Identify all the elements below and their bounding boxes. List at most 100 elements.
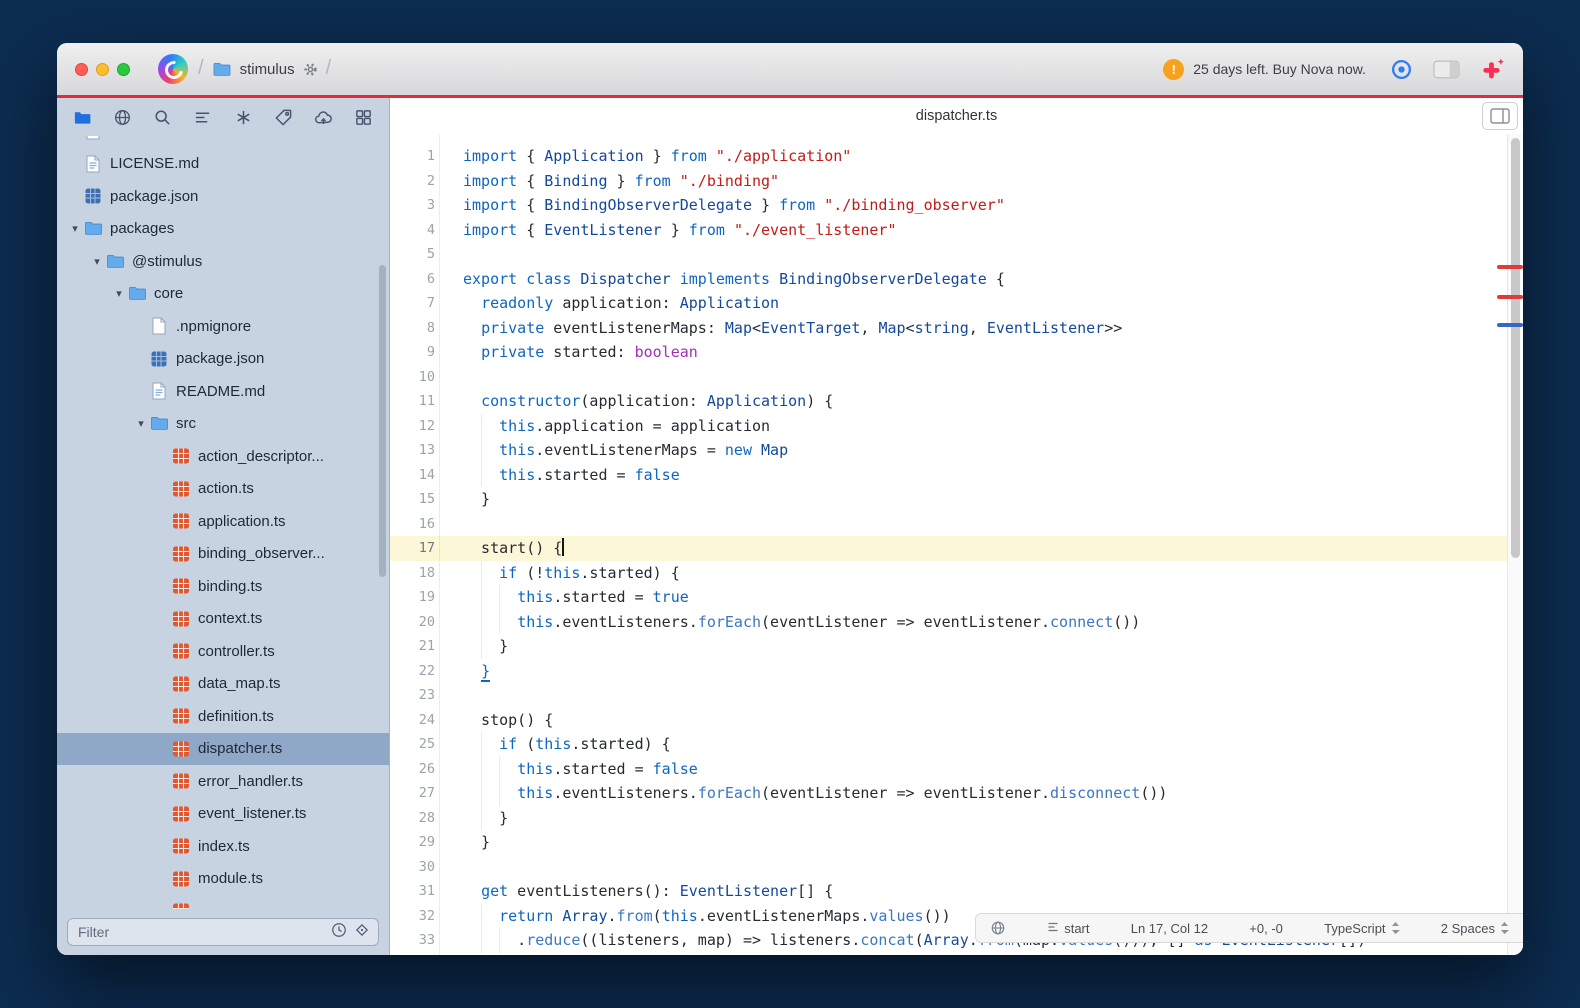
code-line-4[interactable]: 4import { EventListener } from "./event_… — [390, 218, 1507, 243]
code-line-3[interactable]: 3import { BindingObserverDelegate } from… — [390, 193, 1507, 218]
zoom-button[interactable] — [117, 63, 130, 76]
tree-item-clipped[interactable] — [57, 895, 389, 909]
filter-input[interactable] — [76, 923, 324, 941]
code-line-24[interactable]: 24 stop() { — [390, 708, 1507, 733]
code-line-22[interactable]: 22 } — [390, 659, 1507, 684]
tree-item-data-map-ts[interactable]: data_map.ts — [57, 668, 389, 701]
tree-item-license-md[interactable]: LICENSE.md — [57, 148, 389, 181]
tree-item-packages[interactable]: ▾packages — [57, 213, 389, 246]
code-line-30[interactable]: 30 — [390, 855, 1507, 880]
tree-item-readme-md[interactable]: README.md — [57, 375, 389, 408]
sidebar: LICENSE.mdpackage.json▾packages▾@stimulu… — [57, 98, 390, 955]
gear-icon[interactable] — [303, 62, 318, 77]
code-line-29[interactable]: 29 } — [390, 830, 1507, 855]
code-line-13[interactable]: 13 this.eventListenerMaps = new Map — [390, 438, 1507, 463]
code-area[interactable]: 1import { Application } from "./applicat… — [390, 134, 1507, 955]
symbol-breadcrumb[interactable]: start — [1047, 921, 1089, 936]
disclosure-triangle[interactable]: ▾ — [111, 287, 127, 300]
indent-guide — [481, 757, 482, 782]
code-line-19[interactable]: 19 this.started = true — [390, 585, 1507, 610]
cursor-position[interactable]: Ln 17, Col 12 — [1131, 921, 1208, 936]
line-number: 19 — [390, 585, 435, 610]
filter-field[interactable] — [67, 918, 379, 946]
code-line-14[interactable]: 14 this.started = false — [390, 463, 1507, 488]
preview-eye-icon[interactable] — [1390, 58, 1413, 81]
editor-scrollbar[interactable] — [1507, 134, 1523, 955]
code-line-16[interactable]: 16 — [390, 512, 1507, 537]
trial-notice[interactable]: ! 25 days left. Buy Nova now. — [1163, 59, 1366, 80]
folder-icon[interactable] — [212, 61, 232, 78]
minimize-button[interactable] — [96, 63, 109, 76]
tree-item-module-ts[interactable]: module.ts — [57, 863, 389, 896]
code-line-23[interactable]: 23 — [390, 683, 1507, 708]
tree-item-application-ts[interactable]: application.ts — [57, 505, 389, 538]
publish-icon[interactable] — [314, 108, 333, 127]
code-line-7[interactable]: 7 readonly application: Application — [390, 291, 1507, 316]
diff-stats[interactable]: +0, -0 — [1249, 921, 1283, 936]
extensions-icon[interactable] — [354, 108, 373, 127]
tree-item-action-ts[interactable]: action.ts — [57, 473, 389, 506]
tree-item-package-json[interactable]: package.json — [57, 180, 389, 213]
find-icon[interactable] — [153, 108, 172, 127]
code-line-11[interactable]: 11 constructor(application: Application)… — [390, 389, 1507, 414]
remote-icon[interactable] — [113, 108, 132, 127]
code-line-26[interactable]: 26 this.started = false — [390, 757, 1507, 782]
code-line-1[interactable]: 1import { Application } from "./applicat… — [390, 144, 1507, 169]
code-line-2[interactable]: 2import { Binding } from "./binding" — [390, 169, 1507, 194]
tree-item-package-json[interactable]: package.json — [57, 343, 389, 376]
code-line-17[interactable]: 17 start() { — [390, 536, 1507, 561]
tree-item--npmignore[interactable]: .npmignore — [57, 310, 389, 343]
add-sparkle-icon[interactable] — [1480, 57, 1505, 82]
editor-scrollbar-thumb[interactable] — [1511, 138, 1520, 558]
code-line-28[interactable]: 28 } — [390, 806, 1507, 831]
code-line-8[interactable]: 8 private eventListenerMaps: Map<EventTa… — [390, 316, 1507, 341]
tree-item-controller-ts[interactable]: controller.ts — [57, 635, 389, 668]
files-icon[interactable] — [73, 108, 92, 127]
tree-item-error-handler-ts[interactable]: error_handler.ts — [57, 765, 389, 798]
titlebar[interactable]: / stimulus / ! 25 days left. Buy Nova no… — [57, 43, 1523, 95]
line-number: 4 — [390, 218, 435, 243]
editor-panel-toggle[interactable] — [1482, 102, 1518, 130]
code-line-25[interactable]: 25 if (this.started) { — [390, 732, 1507, 757]
ts-file-icon — [171, 512, 191, 530]
code-line-10[interactable]: 10 — [390, 365, 1507, 390]
close-button[interactable] — [75, 63, 88, 76]
tree-item-event-listener-ts[interactable]: event_listener.ts — [57, 798, 389, 831]
tag-filter-icon[interactable] — [354, 922, 370, 943]
code-line-27[interactable]: 27 this.eventListeners.forEach(eventList… — [390, 781, 1507, 806]
tree-item-index-ts[interactable]: index.ts — [57, 830, 389, 863]
code-text: this.application = application — [435, 414, 770, 439]
tree-item-clipped[interactable] — [57, 136, 389, 148]
language-select[interactable]: TypeScript — [1324, 921, 1399, 936]
code-line-20[interactable]: 20 this.eventListeners.forEach(eventList… — [390, 610, 1507, 635]
project-name[interactable]: stimulus — [240, 61, 295, 78]
code-line-15[interactable]: 15 } — [390, 487, 1507, 512]
code-line-12[interactable]: 12 this.application = application — [390, 414, 1507, 439]
code-line-9[interactable]: 9 private started: boolean — [390, 340, 1507, 365]
disclosure-triangle[interactable]: ▾ — [89, 255, 105, 268]
panel-layout-icon[interactable] — [1433, 59, 1460, 80]
tags-icon[interactable] — [274, 108, 293, 127]
tree-item-action-descriptor-[interactable]: action_descriptor... — [57, 440, 389, 473]
tree-item-binding-observer-[interactable]: binding_observer... — [57, 538, 389, 571]
code-line-6[interactable]: 6export class Dispatcher implements Bind… — [390, 267, 1507, 292]
issues-icon[interactable] — [234, 108, 253, 127]
tree-item-definition-ts[interactable]: definition.ts — [57, 700, 389, 733]
tree-item-dispatcher-ts[interactable]: dispatcher.ts — [57, 733, 389, 766]
tree-item-binding-ts[interactable]: binding.ts — [57, 570, 389, 603]
tree-item-src[interactable]: ▾src — [57, 408, 389, 441]
tree-item-context-ts[interactable]: context.ts — [57, 603, 389, 636]
symbols-icon[interactable] — [193, 108, 212, 127]
globe-icon[interactable] — [990, 920, 1006, 936]
disclosure-triangle[interactable]: ▾ — [133, 417, 149, 430]
disclosure-triangle[interactable]: ▾ — [67, 222, 83, 235]
code-line-31[interactable]: 31 get eventListeners(): EventListener[]… — [390, 879, 1507, 904]
tree-item-core[interactable]: ▾core — [57, 278, 389, 311]
sidebar-scrollbar-thumb[interactable] — [379, 265, 386, 577]
indent-select[interactable]: 2 Spaces — [1441, 921, 1509, 936]
tree-item--stimulus[interactable]: ▾@stimulus — [57, 245, 389, 278]
clock-icon[interactable] — [331, 922, 347, 943]
code-line-21[interactable]: 21 } — [390, 634, 1507, 659]
code-line-18[interactable]: 18 if (!this.started) { — [390, 561, 1507, 586]
code-line-5[interactable]: 5 — [390, 242, 1507, 267]
